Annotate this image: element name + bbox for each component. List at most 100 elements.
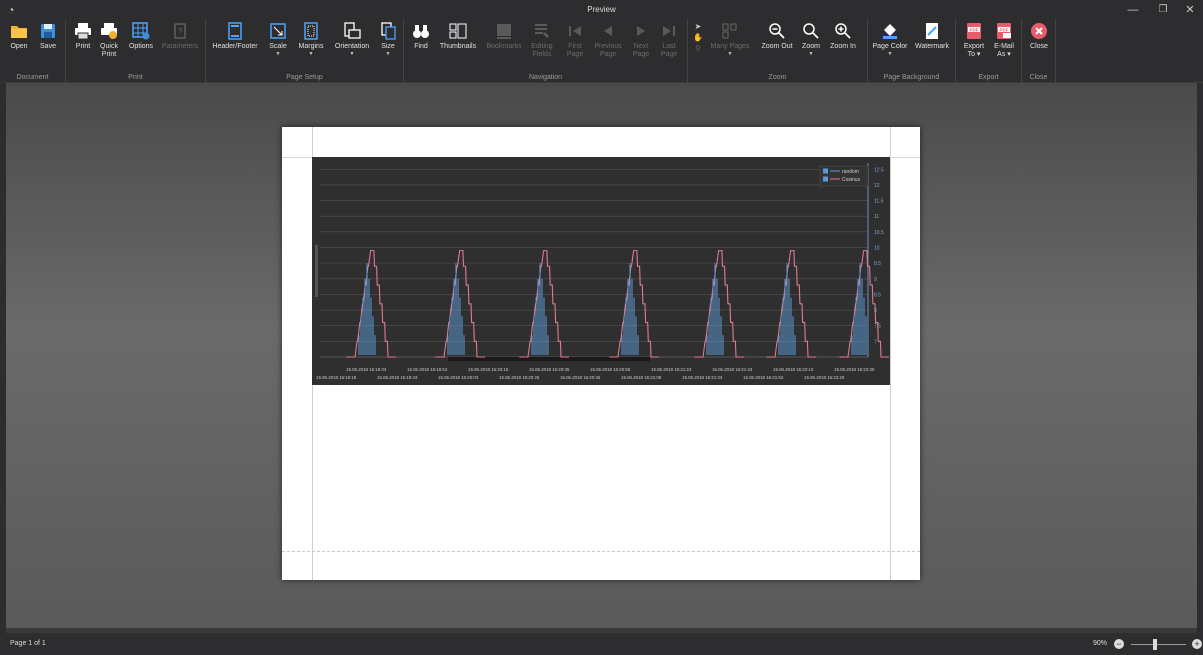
print-button[interactable]: Print xyxy=(72,22,94,51)
zoom-slider-track[interactable] xyxy=(1131,644,1186,645)
zoom-plus-icon[interactable]: + xyxy=(1192,639,1202,649)
legend-checkbox xyxy=(823,168,828,174)
scale-dropdown-icon: ▼ xyxy=(275,51,281,57)
print-group: Print Quick Print Options ? Parameters P… xyxy=(66,20,206,83)
y-tick-label: 12 xyxy=(874,183,880,189)
parameters-label: Parameters xyxy=(161,43,199,50)
zoom-out-button[interactable]: Zoom Out xyxy=(758,22,796,51)
zoom-icon xyxy=(803,23,819,39)
y-tick-label: 12.5 xyxy=(874,167,884,173)
many-pages-dropdown-icon: ▼ xyxy=(727,51,733,57)
size-dropdown-icon: ▼ xyxy=(385,51,391,57)
header-footer-button[interactable]: Header/Footer xyxy=(208,22,262,51)
title-bar: ◔ Preview — ❐ ✕ xyxy=(0,0,1203,20)
status-bar: Page 1 of 1 90% − + xyxy=(0,633,1203,655)
email-label-1: E-Mail xyxy=(994,43,1014,50)
next-page-label-2: Page xyxy=(632,51,650,58)
bookmarks-icon xyxy=(497,24,511,39)
size-label: Size xyxy=(381,43,395,50)
zoom-slider-thumb[interactable] xyxy=(1153,639,1157,650)
options-button[interactable]: Options xyxy=(126,22,156,51)
hand-tool-icon[interactable]: ✋ xyxy=(692,33,704,44)
quick-print-label-1: Quick xyxy=(100,43,118,50)
x-tick-label: 15.06.2018 16:21:43 xyxy=(712,367,753,372)
margins-label: Margins xyxy=(298,43,324,50)
orientation-dropdown-icon: ▼ xyxy=(349,51,355,57)
maximize-button[interactable]: ❐ xyxy=(1148,0,1178,20)
scale-button[interactable]: Scale ▼ xyxy=(266,22,290,57)
x-tick-label: 15.06.2018 16:19:33 xyxy=(346,367,387,372)
y-tick-label: 9.5 xyxy=(874,261,881,267)
page-setup-group: Header/Footer Scale ▼ Margins ▼ Orientat… xyxy=(206,20,404,83)
document-group: Open Save Document xyxy=(0,20,66,83)
right-margin-guide xyxy=(890,127,891,580)
quick-print-button[interactable]: Quick Print xyxy=(96,22,122,59)
thumbnails-button[interactable]: Thumbnails xyxy=(436,22,480,51)
ribbon: Open Save Document Print Quick Print Opt… xyxy=(0,20,1203,83)
bookmarks-button[interactable]: Bookmarks xyxy=(484,22,524,51)
zoom-out-icon xyxy=(769,23,785,39)
export-label-1: Export xyxy=(963,43,985,50)
document-group-label: Document xyxy=(16,74,49,81)
svg-text:PDF: PDF xyxy=(1000,27,1009,32)
x-tick-label: 15.06.2018 16:19:53 xyxy=(407,367,448,372)
y-tick-label: 8.5 xyxy=(874,292,881,298)
size-button[interactable]: Size ▼ xyxy=(378,22,398,57)
page-indicator: Page 1 of 1 xyxy=(10,640,46,647)
last-page-button[interactable]: Last Page xyxy=(658,22,680,59)
previous-page-label-1: Previous xyxy=(594,43,622,50)
navigation-group-label: Navigation xyxy=(528,74,563,81)
export-to-button[interactable]: PDF Export To ▾ xyxy=(960,22,988,59)
legend-checkbox xyxy=(823,176,828,182)
first-page-button[interactable]: First Page xyxy=(564,22,586,59)
next-page-button[interactable]: Next Page xyxy=(630,22,652,59)
page-color-button[interactable]: Page Color ▼ xyxy=(870,22,910,57)
close-window-button[interactable]: ✕ xyxy=(1175,0,1203,20)
x-tick-label: 15.06.2018 16:20:55 xyxy=(590,367,631,372)
x-tick-label: 15.06.2018 16:21:08 xyxy=(621,375,662,380)
zoom-in-button[interactable]: Zoom In xyxy=(826,22,860,51)
open-button[interactable]: Open xyxy=(8,22,30,51)
close-preview-button[interactable]: Close xyxy=(1028,22,1050,51)
export-label-2: To ▾ xyxy=(967,51,981,58)
app-icon: ◔ xyxy=(7,3,15,17)
scale-icon xyxy=(270,23,286,39)
thumbnails-label: Thumbnails xyxy=(439,43,477,50)
magnifier-tool-icon[interactable]: ⚲ xyxy=(692,44,704,55)
save-button[interactable]: Save xyxy=(36,22,60,51)
orientation-button[interactable]: Orientation ▼ xyxy=(330,22,374,57)
many-pages-label: Many Pages xyxy=(710,43,750,50)
chart: 12.5 12 11.5 11 10.5 10 9.5 9 8.5 8 7.5 7 random Cosi… xyxy=(312,157,890,385)
pointer-tool-icon[interactable]: ➤ xyxy=(692,22,704,33)
pdf-email-icon: PDF xyxy=(997,23,1011,39)
editing-fields-button[interactable]: Editing Fields xyxy=(526,22,558,59)
previous-page-button[interactable]: Previous Page xyxy=(592,22,624,59)
export-group: PDF Export To ▾ PDF E-Mail As ▾ Export xyxy=(956,20,1022,83)
x-tick-label: 15.06.2018 16:21:23 xyxy=(651,367,692,372)
legend-label: random xyxy=(842,169,859,175)
zoom-minus-icon[interactable]: − xyxy=(1114,639,1124,649)
parameters-button[interactable]: ? Parameters xyxy=(160,22,200,51)
bottom-margin-guide xyxy=(282,551,920,552)
chart-svg: 12.51211.51110.5109.598.587.57randomCosi… xyxy=(315,163,890,380)
first-page-icon xyxy=(569,26,581,36)
many-pages-button[interactable]: Many Pages ▼ xyxy=(708,22,752,57)
x-tick-label: 15.06.2018 16:21:53 xyxy=(743,375,784,380)
last-page-label-2: Page xyxy=(660,51,678,58)
bookmarks-label: Bookmarks xyxy=(486,43,522,50)
x-tick-label: 15.06.2018 16:21:33 xyxy=(682,375,723,380)
find-button[interactable]: Find xyxy=(410,22,432,51)
previous-page-icon xyxy=(604,26,612,36)
email-as-button[interactable]: PDF E-Mail As ▾ xyxy=(990,22,1018,59)
x-tick-label: 15.06.2018 16:20:15 xyxy=(468,367,509,372)
email-label-2: As ▾ xyxy=(997,51,1011,58)
minimize-button[interactable]: — xyxy=(1118,0,1148,20)
svg-text:?: ? xyxy=(178,27,183,36)
x-tick-label: 15.06.2018 16:19:43 xyxy=(377,375,418,380)
margins-button[interactable]: Margins ▼ xyxy=(296,22,326,57)
next-page-icon xyxy=(637,26,645,36)
watermark-button[interactable]: Watermark xyxy=(912,22,952,51)
zoom-button[interactable]: Zoom ▼ xyxy=(800,22,822,57)
pointer-tools: ➤ ✋ ⚲ xyxy=(692,22,704,55)
page-color-label: Page Color xyxy=(872,43,908,50)
